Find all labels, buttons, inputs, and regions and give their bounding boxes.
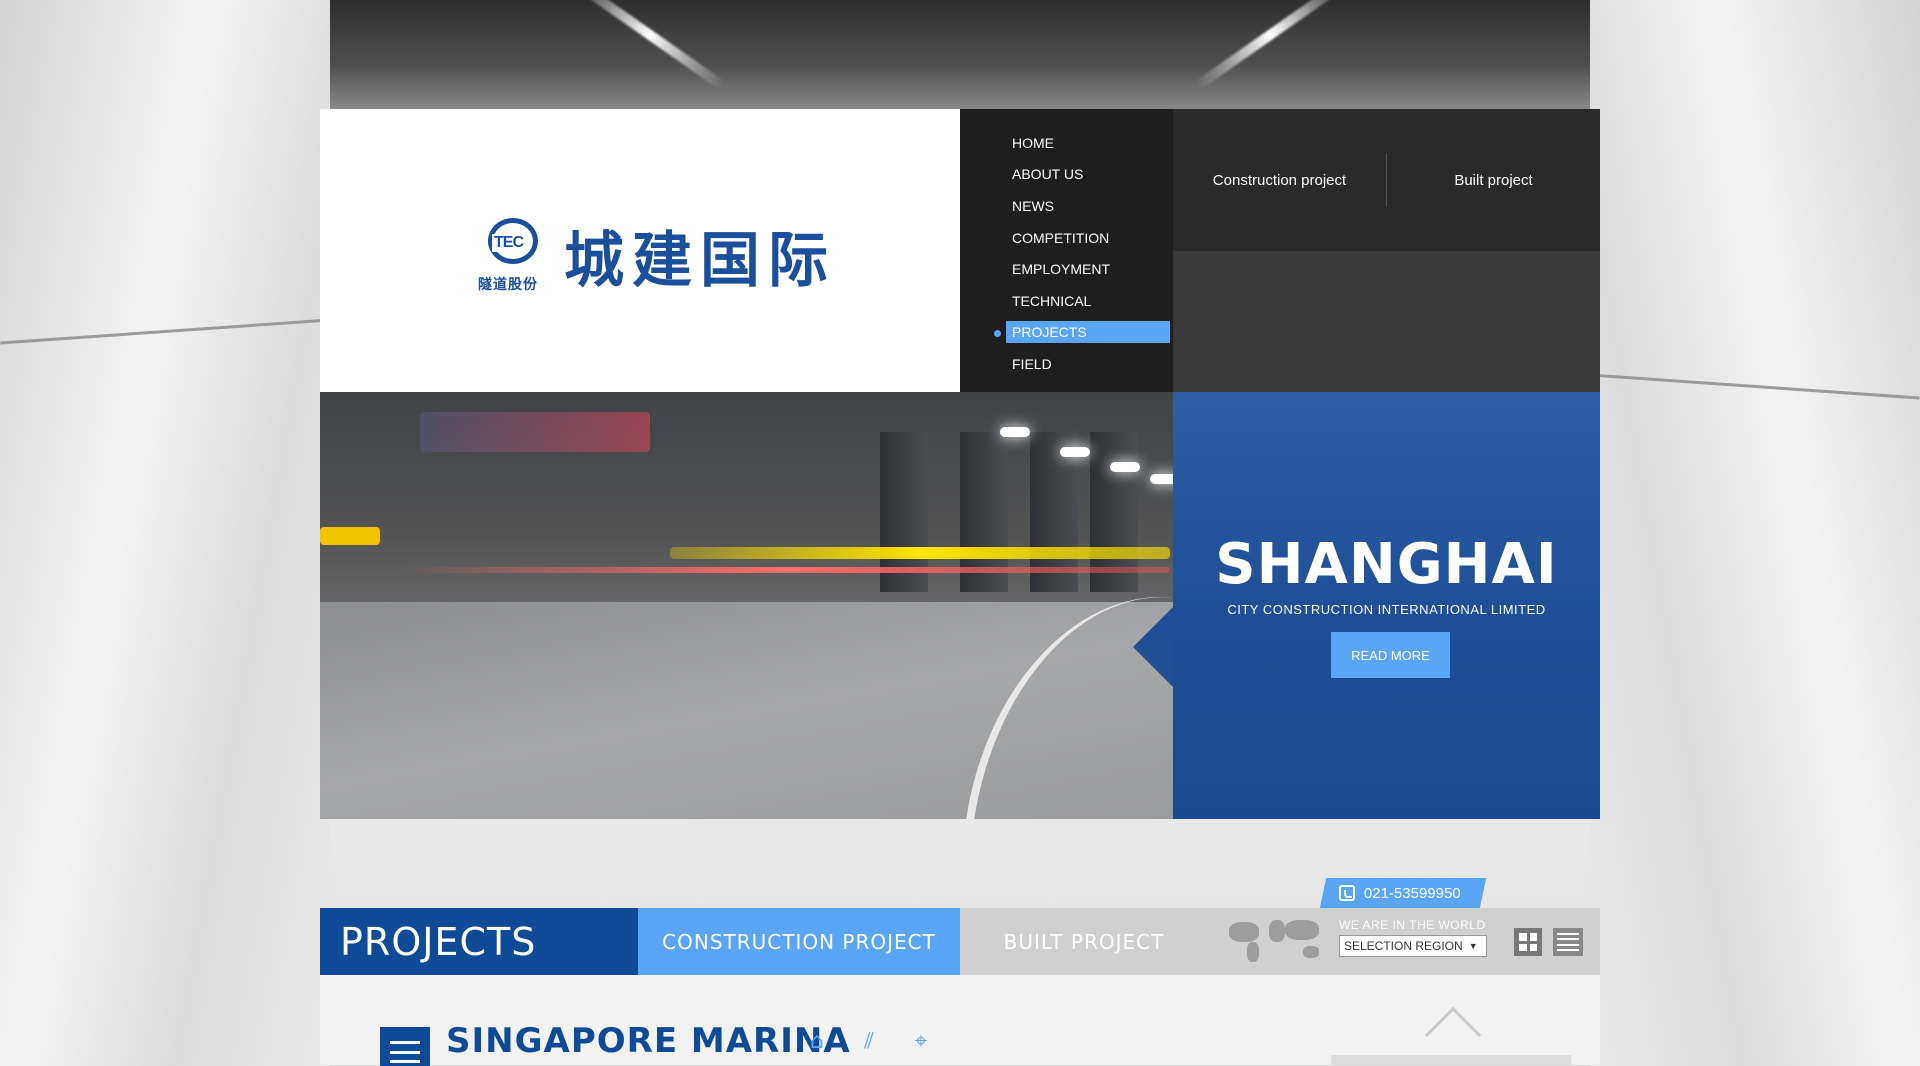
tunnel-lamp xyxy=(1150,474,1173,484)
hero-title: SHANGHAI xyxy=(1215,532,1558,597)
chevron-down-icon: ▼ xyxy=(1468,941,1478,951)
tunnel-lamp xyxy=(1060,447,1090,457)
nav-item-label: TECHNICAL xyxy=(1012,292,1092,309)
map-pin-icon[interactable]: ⌖ xyxy=(908,1028,934,1054)
logo-mark-subtext: 隧道股份 xyxy=(478,276,538,293)
projects-content: SINGAPORE MARINA ⌂ ⫽ ⌖ xyxy=(320,975,1600,1066)
light-streak xyxy=(420,412,650,452)
projects-bar: PROJECTS CONSTRUCTION PROJECT BUILT PROJ… xyxy=(320,908,1600,975)
nav-item-technical[interactable]: TECHNICAL xyxy=(960,285,1173,317)
hero-photo-tunnel xyxy=(320,392,1173,819)
logo-name: 城建国际 xyxy=(564,226,836,296)
road-icon[interactable]: ⫽ xyxy=(856,1028,882,1054)
nav-item-about-us[interactable]: ABOUT US xyxy=(960,159,1173,191)
header: TEC 隧道股份 城建国际 HOME ABOUT US NEWS COMPETI… xyxy=(320,109,1600,392)
nav-item-employment[interactable]: EMPLOYMENT xyxy=(960,253,1173,285)
phone-tab[interactable]: 021-53599950 xyxy=(1319,878,1487,908)
region-select-value: SELECTION REGION xyxy=(1344,939,1463,953)
tunnel-wall-right xyxy=(1590,0,1920,1066)
logo-panel: TEC 隧道股份 城建国际 xyxy=(320,109,960,392)
hero-banner: SHANGHAI CITY CONSTRUCTION INTERNATIONAL… xyxy=(320,392,1600,819)
nav-item-competition[interactable]: COMPETITION xyxy=(960,222,1173,254)
logo[interactable]: TEC 隧道股份 城建国际 xyxy=(478,212,836,299)
projects-title: PROJECTS xyxy=(320,908,638,975)
nav-item-field[interactable]: FIELD xyxy=(960,348,1173,380)
region-selector: WE ARE IN THE WORLD SELECTION REGION ▼ xyxy=(1339,918,1487,957)
nav-item-home[interactable]: HOME xyxy=(960,127,1173,159)
world-map-icon xyxy=(1225,916,1325,966)
read-more-button[interactable]: READ MORE xyxy=(1331,632,1450,678)
tunnel-lamp xyxy=(1000,427,1030,437)
nav-item-label: FIELD xyxy=(1012,355,1052,372)
nav-item-label: EMPLOYMENT xyxy=(1012,261,1111,278)
main-nav: HOME ABOUT US NEWS COMPETITION EMPLOYMEN… xyxy=(960,109,1173,392)
grid-view-icon[interactable] xyxy=(1514,928,1542,956)
tab-construction-project[interactable]: CONSTRUCTION PROJECT xyxy=(638,908,960,975)
hero-panel: SHANGHAI CITY CONSTRUCTION INTERNATIONAL… xyxy=(1133,392,1600,819)
sub-nav-construction-project[interactable]: Construction project xyxy=(1173,172,1386,189)
site-container: TEC 隧道股份 城建国际 HOME ABOUT US NEWS COMPETI… xyxy=(320,109,1600,1066)
list-view-icon[interactable] xyxy=(1553,928,1583,956)
active-dot-icon xyxy=(994,329,1001,337)
nav-item-label: HOME xyxy=(1012,134,1054,151)
tunnel-icon[interactable]: ⌂ xyxy=(804,1028,830,1054)
tunnel-ceiling xyxy=(330,0,1590,110)
region-select[interactable]: SELECTION REGION ▼ xyxy=(1339,935,1487,957)
sub-nav-panel: Construction project Built project xyxy=(1173,109,1600,392)
tab-built-project[interactable]: BUILT PROJECT xyxy=(960,908,1208,975)
logo-mark-icon: TEC 隧道股份 xyxy=(478,216,550,296)
phone-number: 021-53599950 xyxy=(1364,884,1461,902)
nav-item-label: COMPETITION xyxy=(1012,229,1110,246)
tunnel-lamp xyxy=(1110,462,1140,472)
phone-icon xyxy=(1339,885,1355,901)
tunnel-wall-left xyxy=(0,0,330,1066)
nav-item-label: NEWS xyxy=(1012,197,1054,214)
hero-subtitle: CITY CONSTRUCTION INTERNATIONAL LIMITED xyxy=(1227,602,1546,617)
world-label: WE ARE IN THE WORLD xyxy=(1339,918,1486,932)
sub-nav-built-project[interactable]: Built project xyxy=(1387,172,1600,189)
sub-nav: Construction project Built project xyxy=(1173,109,1600,251)
hamburger-menu-icon[interactable] xyxy=(380,1027,430,1066)
nav-item-label: ABOUT US xyxy=(1012,166,1084,183)
light-streak xyxy=(320,527,380,545)
contact-row: 021-53599950 xyxy=(320,819,1600,908)
logo-mark-text: TEC xyxy=(492,233,525,252)
nav-item-label: PROJECTS xyxy=(1006,321,1170,344)
project-title[interactable]: SINGAPORE MARINA xyxy=(446,1021,851,1061)
nav-item-projects[interactable]: PROJECTS xyxy=(960,317,1173,349)
hero-arrow xyxy=(1133,607,1173,687)
light-streak xyxy=(670,547,1170,559)
light-streak xyxy=(400,567,1170,573)
nav-item-news[interactable]: NEWS xyxy=(960,190,1173,222)
side-panel xyxy=(1331,1055,1571,1065)
